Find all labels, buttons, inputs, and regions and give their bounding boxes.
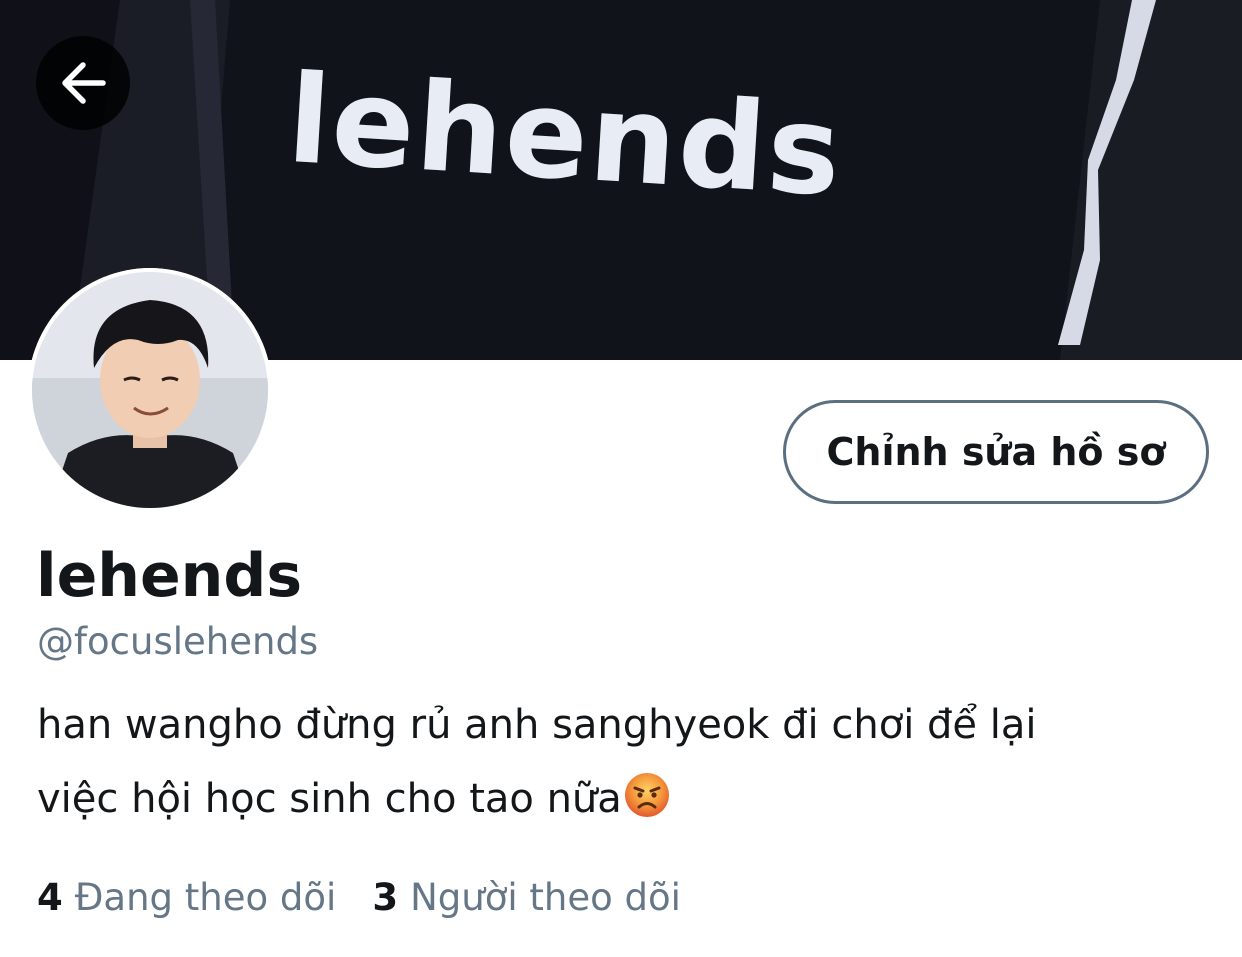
following-stat[interactable]: 4 Đang theo dõi — [37, 876, 336, 920]
bio-line-2-text: việc hội học sinh cho tao nữa — [37, 776, 622, 822]
bio-line-1: han wangho đừng rủ anh sanghyeok đi chơi… — [37, 702, 1037, 748]
profile-bio: han wangho đừng rủ anh sanghyeok đi chơi… — [37, 688, 1187, 836]
display-name: lehends — [36, 541, 303, 611]
back-button[interactable] — [36, 36, 130, 130]
angry-face-icon — [624, 773, 669, 817]
followers-count: 3 — [372, 876, 399, 919]
followers-label: Người theo dõi — [410, 876, 681, 919]
edit-profile-button[interactable]: Chỉnh sửa hồ sơ — [783, 400, 1209, 504]
following-count: 4 — [37, 876, 63, 919]
avatar-photo — [28, 268, 272, 512]
user-handle: @focuslehends — [37, 620, 319, 663]
bio-line-2: việc hội học sinh cho tao nữa — [37, 762, 1187, 836]
following-label: Đang theo dõi — [74, 876, 337, 919]
banner-lehends-text: lehends — [283, 48, 847, 224]
profile-stats: 4 Đang theo dõi 3 Người theo dõi — [37, 876, 681, 920]
avatar[interactable] — [28, 268, 272, 512]
arrow-left-icon — [62, 62, 106, 104]
followers-stat[interactable]: 3 Người theo dõi — [372, 876, 681, 920]
